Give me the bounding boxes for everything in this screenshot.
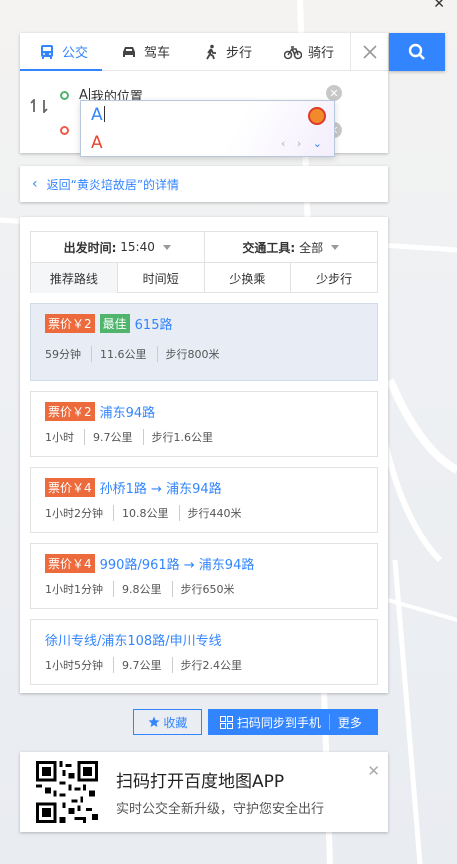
route-time: 59分钟 [45,348,81,361]
price-badge: 票价￥2 [45,402,95,421]
app-promo-banner: 扫码打开百度地图APP 实时公交全新升级，守护您安全出行 ✕ [20,752,388,832]
route-card[interactable]: 票价￥4 孙桥1路 → 浦东94路 1小时2分钟 10.8公里 步行440米 [30,467,378,533]
price-badge: 票价￥4 [45,478,95,497]
search-button[interactable] [389,33,445,71]
route-walk: 步行800米 [156,346,230,362]
vehicle-label: 交通工具: [242,240,296,255]
chevron-left-icon: ‹ [32,176,38,192]
promo-subtitle: 实时公交全新升级，守护您安全出行 [116,802,325,817]
vehicle-select[interactable]: 交通工具: 全部 [205,232,378,262]
favorite-label: 收藏 [163,715,188,730]
close-promo-icon[interactable]: ✕ [367,762,380,780]
price-badge: 票价￥4 [45,554,95,573]
qr-small-icon [220,715,233,729]
tab-bus[interactable]: 公交 [20,33,102,70]
route-time: 1小时5分钟 [45,659,103,672]
close-route-icon[interactable] [350,33,388,71]
best-badge: 最佳 [99,314,130,333]
route-card[interactable]: 票价￥2 最佳 615路 59分钟 11.6公里 步行800米 [30,303,378,381]
sync-label: 扫码同步到手机 [236,715,321,730]
route-time: 1小时 [45,431,74,444]
tab-fewer-transfers[interactable]: 少换乘 [205,263,292,293]
top-close-icon[interactable]: ✕ [433,0,445,12]
route-name: 孙桥1路 → 浦东94路 [99,482,222,497]
tab-car-label: 驾车 [144,46,171,61]
price-badge: 票价￥2 [45,314,95,333]
depart-label: 出发时间: [63,240,117,255]
sync-to-phone-button[interactable]: 扫码同步到手机 更多 [208,709,378,735]
depart-value: 15:40 [120,240,155,254]
tab-walk[interactable]: 步行 [184,33,266,70]
tab-walk-label: 步行 [226,46,253,61]
qr-code-image [36,761,98,823]
search-icon [408,43,425,60]
bus-icon [38,43,56,61]
ime-candidate-2-text: A [91,133,103,153]
caret-down-icon [162,244,171,250]
route-walk: 步行650米 [171,581,245,597]
ime-candidate-popup: A A ‹ › ⌄ [80,100,335,157]
ime-caret [103,106,105,122]
route-distance: 9.8公里 [113,581,172,597]
caret-down-icon [331,244,340,250]
car-icon [120,43,138,61]
tab-bus-label: 公交 [62,46,89,61]
route-name: 浦东94路 [99,406,156,421]
route-time: 1小时2分钟 [45,507,103,520]
ime-candidate-1[interactable]: A [91,105,105,125]
depart-time-select[interactable]: 出发时间: 15:40 [31,232,205,262]
route-walk: 步行2.4公里 [171,657,253,673]
route-distance: 9.7公里 [113,657,172,673]
ime-page-nav[interactable]: ‹ › ⌄ [281,137,326,150]
swap-icon[interactable] [30,97,48,116]
bike-icon [284,43,302,61]
route-walk: 步行440米 [178,505,252,521]
promo-title: 扫码打开百度地图APP [116,772,285,792]
favorite-button[interactable]: 收藏 [133,709,202,735]
route-name: 990路/961路 → 浦东94路 [99,558,255,573]
route-walk: 步行1.6公里 [142,429,224,445]
tab-bike-label: 骑行 [308,46,335,61]
route-card[interactable]: 徐川专线/浦东108路/申川专线 1小时5分钟 9.7公里 步行2.4公里 [30,619,378,685]
ime-candidate-2[interactable]: A [91,133,103,153]
tab-less-walking[interactable]: 少步行 [291,263,377,293]
route-results: 出发时间: 15:40 交通工具: 全部 推荐路线 时间短 少换乘 少步行 票价… [20,217,388,693]
route-card[interactable]: 票价￥4 990路/961路 → 浦东94路 1小时1分钟 9.8公里 步行65… [30,543,378,609]
tab-recommended[interactable]: 推荐路线 [31,263,118,293]
ime-logo-icon [308,107,326,125]
clear-start-icon[interactable]: ✕ [326,85,342,101]
route-name: 615路 [134,318,173,333]
walk-icon [202,43,220,61]
tab-shortest-time[interactable]: 时间短 [118,263,205,293]
travel-mode-tabs: 公交 驾车 步行 骑行 [20,33,388,71]
ime-candidate-1-text: A [91,105,103,125]
vehicle-value: 全部 [299,240,324,255]
route-distance: 10.8公里 [113,505,179,521]
route-name: 徐川专线/浦东108路/申川专线 [45,634,222,649]
route-actions: 收藏 扫码同步到手机 更多 [133,709,378,735]
end-dot-icon [60,125,69,135]
start-dot-icon [60,90,69,100]
star-icon [148,716,160,727]
route-card[interactable]: 票价￥2 浦东94路 1小时 9.7公里 步行1.6公里 [30,391,378,457]
tab-bike[interactable]: 骑行 [266,33,348,70]
more-button[interactable]: 更多 [328,714,370,730]
route-distance: 11.6公里 [91,346,157,362]
back-to-detail-link[interactable]: ‹ 返回“黄炎培故居”的详情 [20,166,388,202]
route-filters: 出发时间: 15:40 交通工具: 全部 推荐路线 时间短 少换乘 少步行 [30,231,378,293]
route-distance: 9.7公里 [84,429,143,445]
tab-car[interactable]: 驾车 [102,33,184,70]
route-time: 1小时1分钟 [45,583,103,596]
back-link-text: 返回“黄炎培故居”的详情 [46,177,180,192]
